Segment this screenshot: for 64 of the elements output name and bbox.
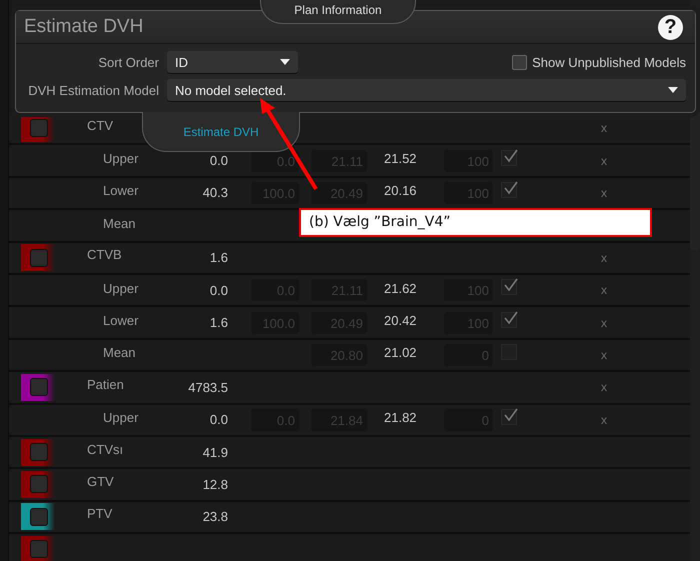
objective-value: 0.0: [208, 412, 228, 428]
volume-value: 41.9: [202, 444, 228, 460]
checkbox[interactable]: [512, 54, 528, 70]
remove-button[interactable]: x: [601, 121, 607, 136]
remove-button[interactable]: x: [601, 154, 607, 168]
volume-value: 12.8: [202, 476, 228, 492]
checkbox-label: Show Unpublished Models: [532, 54, 686, 70]
objective-label: Upper: [102, 410, 140, 426]
objective-label: Lower: [102, 313, 140, 328]
structure-name: GTV: [87, 474, 115, 489]
structure-name: CTVsı: [87, 442, 124, 457]
color-swatch[interactable]: [21, 244, 55, 272]
dose-value: 21.02: [383, 345, 418, 360]
dose-value: 21.82: [383, 410, 418, 426]
checkbox[interactable]: [501, 408, 517, 425]
objective-value: 0.0: [208, 282, 228, 298]
sort-order-dropdown[interactable]: ID: [167, 51, 298, 73]
objective-value: 0.0: [208, 153, 228, 168]
objective-label: Mean: [102, 345, 137, 360]
checkbox[interactable]: [501, 182, 517, 198]
callout-label: (b) Vælg ”Brain_V4”: [299, 208, 652, 237]
dose-value: 21.62: [383, 280, 418, 296]
color-swatch[interactable]: [21, 114, 55, 142]
checkbox[interactable]: [501, 279, 517, 296]
field-label: Sort Order: [97, 54, 159, 70]
structure-name: PTV: [87, 506, 114, 522]
remove-button[interactable]: x: [601, 283, 607, 298]
field-label: DVH Estimation Model: [27, 82, 159, 98]
model-dropdown[interactable]: No model selected.: [167, 79, 686, 101]
structure-name: Patien: [87, 376, 125, 392]
dose-value: 21.52: [383, 151, 418, 166]
structure-name: CTV: [87, 118, 114, 133]
tab[interactable]: Plan Information: [260, 0, 416, 24]
color-swatch[interactable]: [21, 438, 55, 466]
objective-value: 40.3: [202, 185, 228, 200]
scrollbar-thumb[interactable]: [690, 110, 700, 250]
dose-value: 20.16: [383, 183, 418, 198]
checkbox[interactable]: [501, 312, 517, 328]
objective-value: 1.6: [208, 315, 228, 330]
remove-button[interactable]: x: [601, 250, 607, 265]
objective-label: Mean: [102, 216, 137, 231]
help-button[interactable]: ?: [658, 14, 683, 40]
remove-button[interactable]: x: [601, 348, 607, 362]
color-swatch[interactable]: [21, 470, 55, 498]
remove-button[interactable]: x: [601, 186, 607, 200]
panel-title: Estimate DVH: [24, 16, 144, 38]
checkbox[interactable]: [501, 150, 517, 166]
volume-value: 4783.5: [187, 380, 228, 395]
tab[interactable]: Estimate DVH: [142, 112, 300, 152]
color-swatch[interactable]: [21, 503, 55, 530]
dose-value: 20.42: [383, 313, 418, 328]
caret-icon: [280, 59, 290, 65]
color-swatch[interactable]: [21, 374, 55, 401]
caret-icon: [668, 87, 678, 93]
remove-button[interactable]: x: [601, 412, 607, 427]
color-swatch[interactable]: [21, 536, 55, 561]
objective-label: Lower: [102, 183, 140, 198]
objective-label: Upper: [102, 151, 140, 166]
volume-value: 23.8: [202, 509, 228, 524]
structure-name: CTVB: [87, 247, 123, 262]
objective-label: Upper: [102, 280, 140, 296]
volume-value: 1.6: [208, 250, 228, 266]
remove-button[interactable]: x: [601, 380, 607, 394]
remove-button[interactable]: x: [601, 316, 607, 330]
